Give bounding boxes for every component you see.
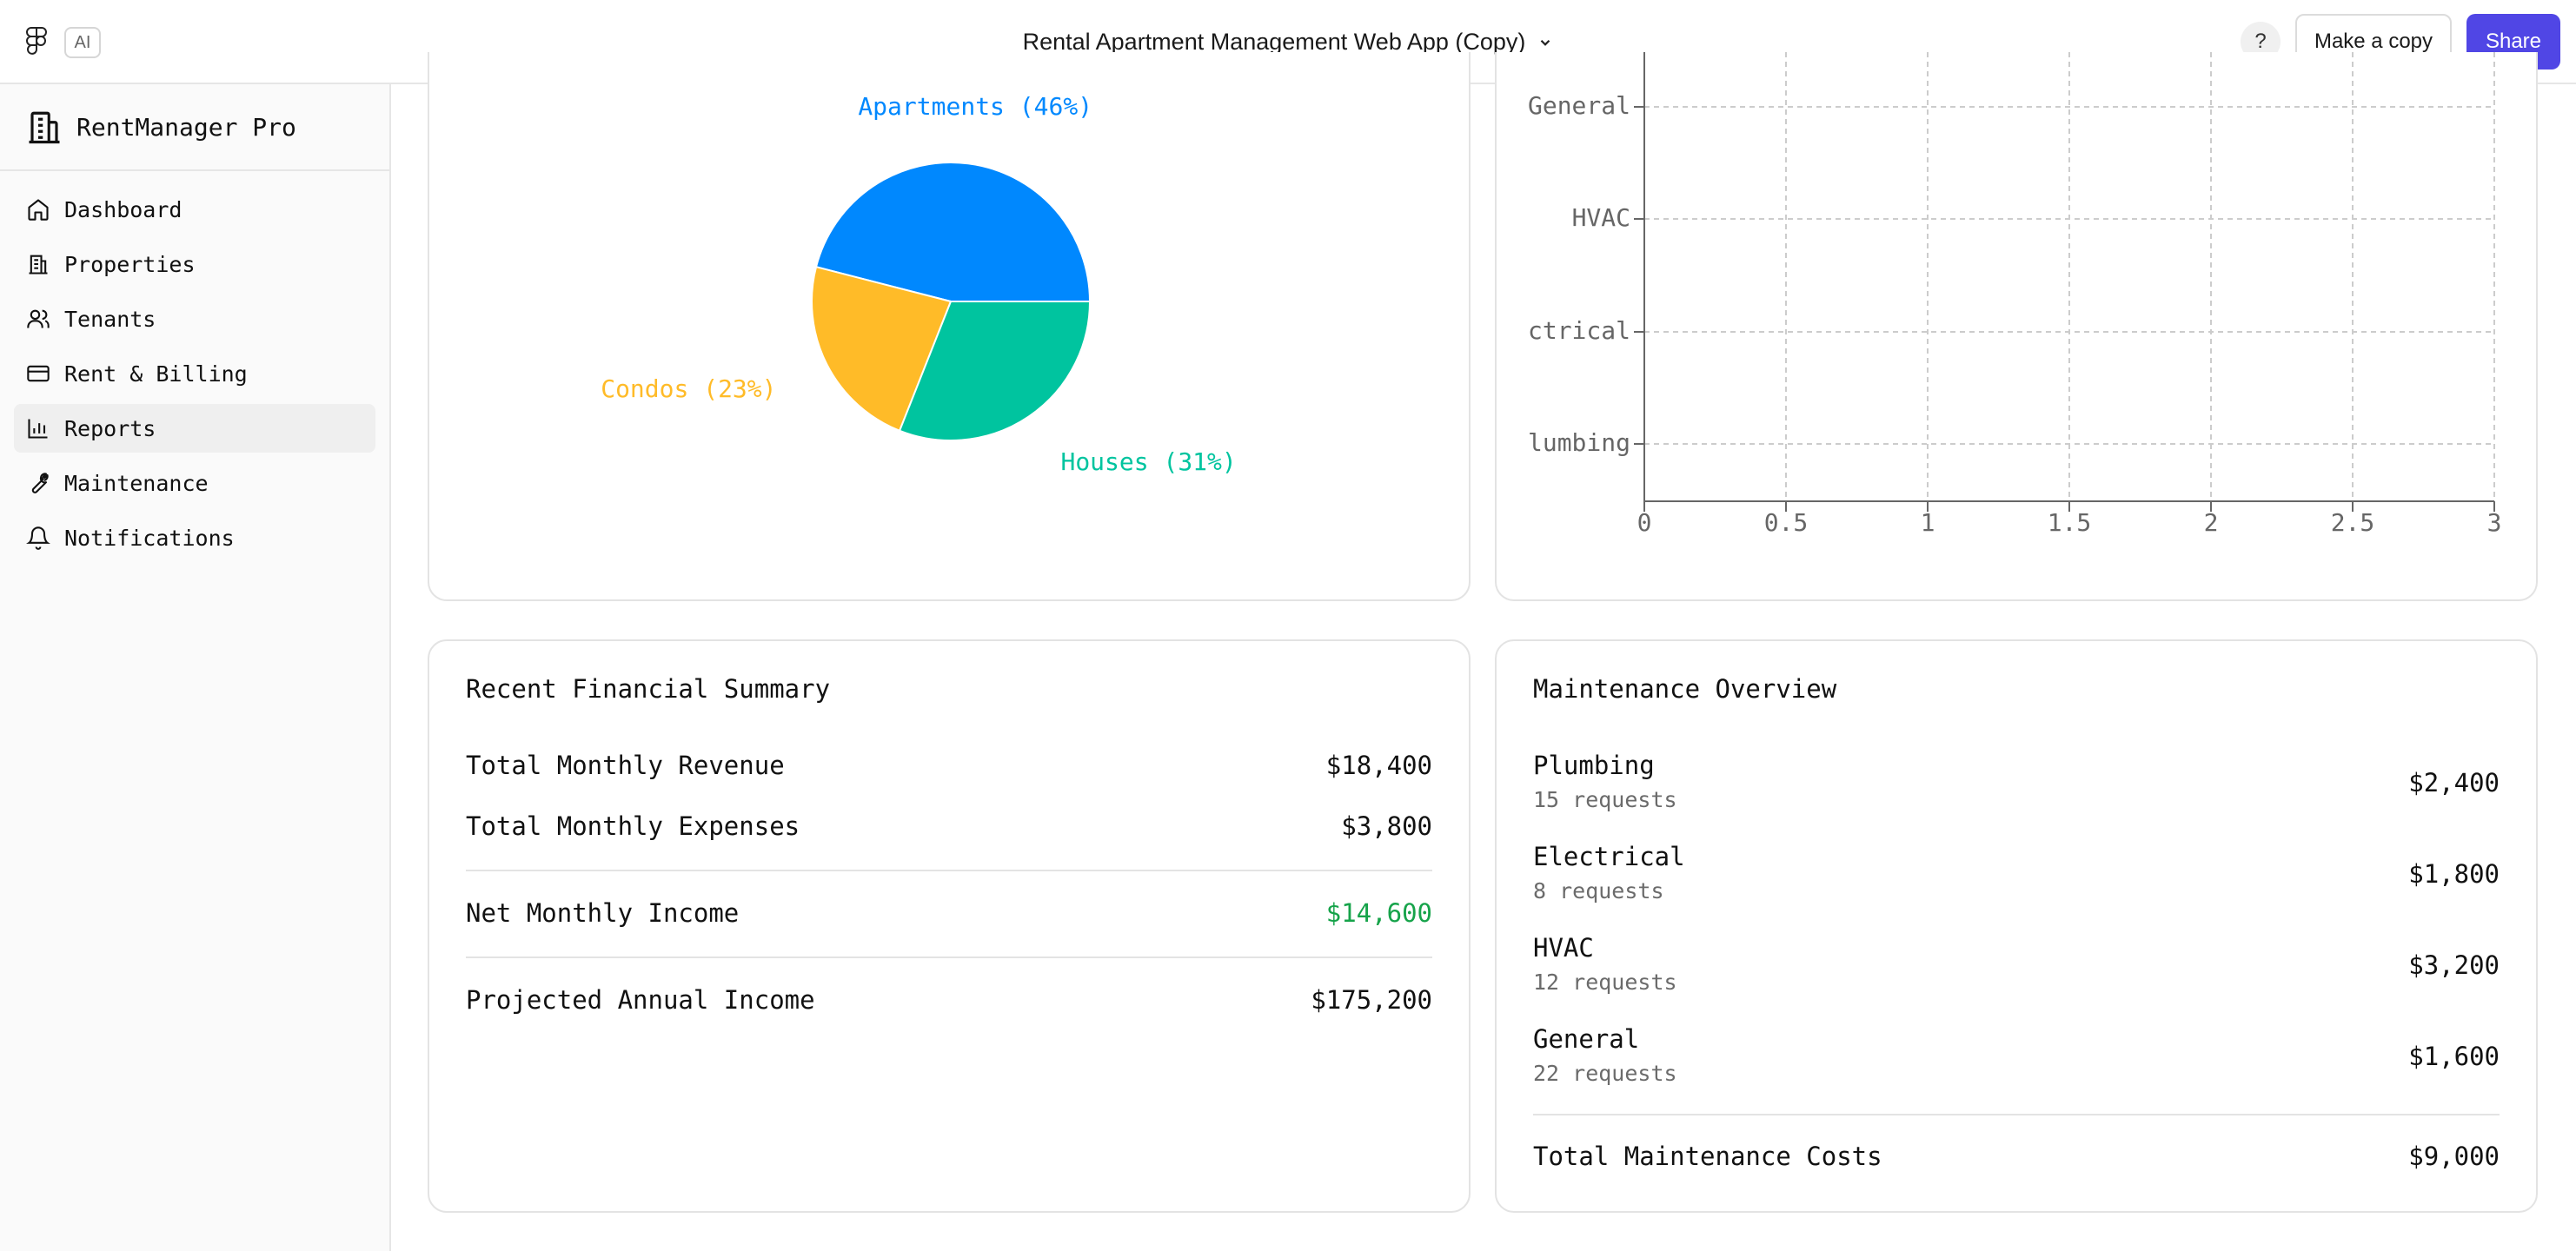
x-tick-label: 2.5: [2331, 508, 2375, 537]
expenses-label: Total Monthly Expenses: [466, 811, 800, 841]
x-tick-label: 2: [2204, 508, 2219, 537]
sidebar-item-label: Maintenance: [64, 470, 209, 496]
pie-slice-label: Condos (23%): [601, 374, 776, 403]
sidebar-item-dashboard[interactable]: Dashboard: [14, 185, 375, 234]
sidebar-item-rent-billing[interactable]: Rent & Billing: [14, 349, 375, 398]
expenses-value: $3,800: [1341, 811, 1432, 841]
x-tick-label: 3: [2487, 508, 2502, 537]
card-title: Maintenance Overview: [1533, 674, 1837, 704]
bar-chart-icon: [28, 419, 48, 439]
x-tick-label: 1: [1921, 508, 1935, 537]
y-tick-label: lumbing: [1528, 428, 1630, 457]
chevron-down-icon: [1541, 39, 1550, 46]
figma-logo-icon[interactable]: [24, 26, 49, 57]
sidebar-item-label: Properties: [64, 251, 196, 277]
sidebar-item-notifications[interactable]: Notifications: [14, 513, 375, 562]
financial-summary-card: Recent Financial Summary Total Monthly R…: [428, 639, 1471, 1213]
projected-income-value: $175,200: [1311, 985, 1432, 1015]
building-icon: [29, 255, 48, 275]
brand[interactable]: RentManager Pro: [0, 84, 389, 171]
net-income-row: Net Monthly Income $14,600: [466, 898, 1432, 928]
request-count: 15 requests: [1533, 787, 1677, 812]
sidebar-item-reports[interactable]: Reports: [14, 404, 375, 453]
sidebar-nav: Dashboard Properties Tenants Rent & Bill…: [0, 171, 389, 582]
sidebar-item-label: Rent & Billing: [64, 361, 248, 387]
category-cost: $1,600: [2408, 1042, 2500, 1071]
total-row: Total Maintenance Costs $9,000: [1533, 1142, 2500, 1171]
total-value: $9,000: [2408, 1142, 2500, 1171]
divider: [466, 870, 1432, 871]
users-icon: [27, 309, 50, 328]
x-tick-label: 1.5: [2048, 508, 2092, 537]
sidebar-item-properties[interactable]: Properties: [14, 240, 375, 288]
sidebar-item-tenants[interactable]: Tenants: [14, 295, 375, 343]
net-income-value: $14,600: [1325, 898, 1432, 928]
category-name: Plumbing: [1533, 751, 1655, 780]
card-title: Recent Financial Summary: [466, 674, 831, 704]
projected-income-row: Projected Annual Income $175,200: [466, 985, 1432, 1015]
divider: [466, 956, 1432, 958]
list-item: General 22 requests $1,600: [1533, 1024, 2500, 1094]
home-icon: [28, 199, 49, 221]
category-name: General: [1533, 1024, 1640, 1054]
divider: [1533, 1114, 2500, 1115]
list-item: Plumbing 15 requests $2,400: [1533, 751, 2500, 820]
projected-income-label: Projected Annual Income: [466, 985, 815, 1015]
y-tick-label: ctrical: [1528, 316, 1630, 345]
x-tick-label: 0: [1637, 508, 1652, 537]
y-tick-label: HVAC: [1572, 203, 1630, 232]
expenses-row: Total Monthly Expenses $3,800: [466, 811, 1432, 841]
pie-slice-label: Apartments (46%): [858, 92, 1092, 121]
request-count: 22 requests: [1533, 1061, 1677, 1086]
building-logo-icon: [29, 111, 60, 144]
brand-name: RentManager Pro: [76, 112, 296, 142]
sidebar: RentManager Pro Dashboard Properties Ten…: [0, 84, 391, 1251]
net-income-label: Net Monthly Income: [466, 898, 740, 928]
sidebar-item-label: Tenants: [64, 306, 156, 332]
list-item: Electrical 8 requests $1,800: [1533, 842, 2500, 911]
y-tick-label: General: [1528, 91, 1630, 120]
category-cost: $1,800: [2408, 859, 2500, 889]
sidebar-item-label: Dashboard: [64, 196, 183, 222]
request-count: 12 requests: [1533, 970, 1677, 995]
request-count: 8 requests: [1533, 878, 1664, 904]
total-label: Total Maintenance Costs: [1533, 1142, 1882, 1171]
bell-icon: [26, 526, 50, 550]
x-tick-label: 0.5: [1764, 508, 1809, 537]
ai-badge[interactable]: AI: [64, 27, 101, 58]
sidebar-item-label: Notifications: [64, 525, 235, 551]
revenue-label: Total Monthly Revenue: [466, 751, 785, 780]
maintenance-bar-chart: General HVAC ctrical lumbing 0 0.5 1 1.5 2 2.5 3: [1528, 52, 2502, 537]
revenue-value: $18,400: [1325, 751, 1432, 780]
credit-card-icon: [27, 365, 50, 382]
revenue-row: Total Monthly Revenue $18,400: [466, 751, 1432, 780]
maintenance-overview-card: Maintenance Overview Plumbing 15 request…: [1495, 639, 2538, 1213]
category-cost: $3,200: [2408, 950, 2500, 980]
pie-slice-label: Houses (31%): [1060, 447, 1236, 476]
sidebar-item-label: Reports: [64, 415, 156, 441]
property-type-pie-chart: Apartments (46%) Condos (23%) Houses (31%): [601, 92, 1237, 476]
category-name: Electrical: [1533, 842, 1685, 871]
wrench-icon: [31, 473, 49, 493]
maintenance-chart-card: General HVAC ctrical lumbing 0 0.5 1 1.5 2 2.5 3: [1495, 52, 2538, 601]
sidebar-item-maintenance[interactable]: Maintenance: [14, 459, 375, 507]
property-type-chart-card: Apartments (46%) Condos (23%) Houses (31%): [428, 52, 1471, 601]
list-item: HVAC 12 requests $3,200: [1533, 933, 2500, 1003]
category-name: HVAC: [1533, 933, 1594, 963]
category-cost: $2,400: [2408, 768, 2500, 798]
